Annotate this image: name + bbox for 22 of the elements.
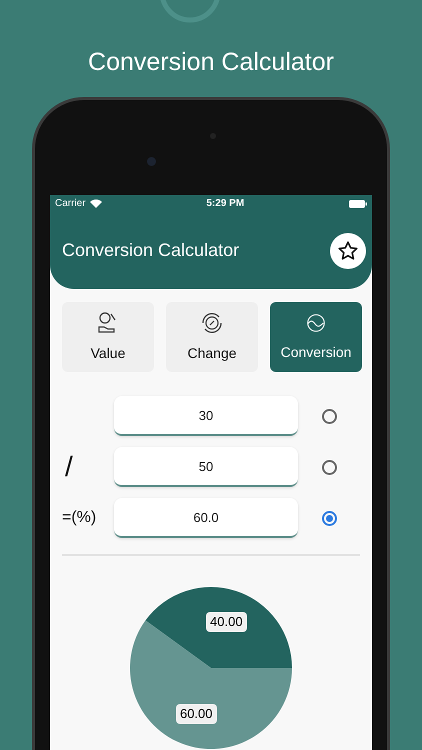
carrier-label: Carrier bbox=[55, 197, 86, 211]
mode-tab[interactable]: Conversion bbox=[270, 302, 362, 372]
data-label: 40.00 bbox=[206, 612, 247, 632]
number-field[interactable]: 50 bbox=[114, 447, 298, 487]
app-title: Conversion Calculator bbox=[62, 239, 240, 262]
operator-label: / bbox=[64, 450, 73, 484]
mode-tab[interactable]: Change bbox=[166, 302, 258, 372]
number-field[interactable]: 60.0 bbox=[114, 498, 298, 538]
wifi-icon bbox=[90, 199, 102, 208]
mode-tab[interactable]: Value bbox=[62, 302, 154, 372]
number-field[interactable]: 30 bbox=[114, 396, 298, 436]
data-label: 60.00 bbox=[176, 704, 217, 724]
radio-button[interactable] bbox=[322, 510, 336, 526]
promo-title: Conversion Calculator bbox=[88, 46, 334, 78]
radio-button[interactable] bbox=[322, 460, 336, 474]
battery-icon bbox=[348, 200, 367, 208]
star-icon bbox=[337, 240, 359, 262]
wave-circle-icon bbox=[305, 312, 327, 334]
favorite-button[interactable] bbox=[330, 232, 366, 268]
radio-button[interactable] bbox=[322, 408, 336, 424]
operator-label: =(%) bbox=[62, 508, 96, 528]
status-time: 5:29 PM bbox=[206, 197, 244, 211]
